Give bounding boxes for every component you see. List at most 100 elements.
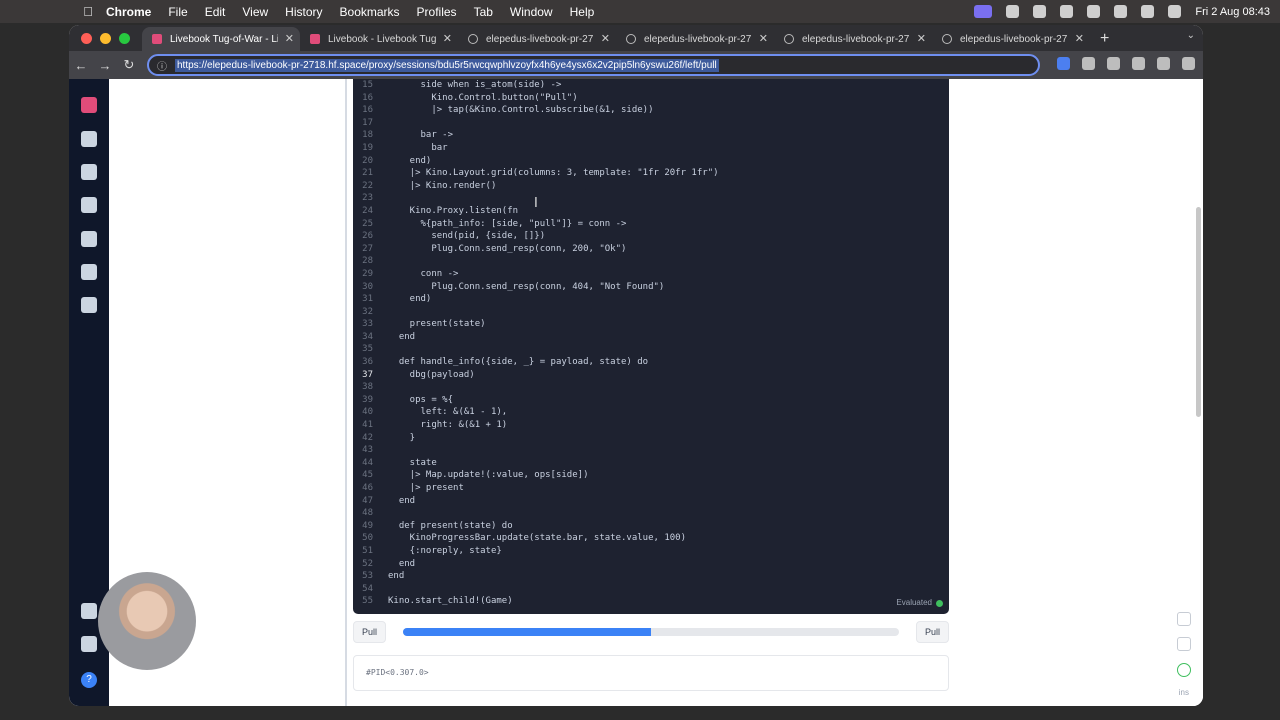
sections-icon[interactable] [81,131,97,147]
code-line[interactable]: 15 side when is_atom(side) -> [353,79,719,92]
code-line[interactable]: 16 |> tap(&Kino.Control.subscribe(&1, si… [353,104,719,117]
url-text[interactable]: https://elepedus-livebook-pr-2718.hf.spa… [175,58,719,72]
close-icon[interactable]: ✕ [285,32,294,45]
code-line[interactable]: 41 right: &(&1 + 1) [353,419,719,432]
menu-edit[interactable]: Edit [205,5,226,19]
apple-icon[interactable]:  [80,4,96,19]
close-window-button[interactable] [81,32,92,44]
menu-tab[interactable]: Tab [474,5,493,19]
code-line[interactable]: 18 bar -> [353,129,719,142]
menu-history[interactable]: History [285,5,322,19]
reload-icon[interactable]: ↻ [117,57,141,73]
code-line[interactable]: 54 [353,583,719,596]
menu-window[interactable]: Window [510,5,553,19]
code-line[interactable]: 49 def present(state) do [353,520,719,533]
code-line[interactable]: 22 |> Kino.render() [353,180,719,193]
code-line[interactable]: 39 ops = %{ [353,394,719,407]
close-icon[interactable]: ✕ [443,32,452,45]
menu-view[interactable]: View [242,5,268,19]
status-item-icon[interactable] [1060,5,1074,18]
zoom-window-button[interactable] [119,32,130,44]
code-editor[interactable]: 15 side when is_atom(side) -> 16 Kino.Con… [353,79,949,614]
deploy-rocket-icon[interactable] [81,297,97,313]
keyboard-icon[interactable] [81,636,97,652]
cell-options-icon[interactable] [1177,612,1191,626]
users-icon[interactable] [81,164,97,180]
control-center-icon[interactable] [1168,5,1182,18]
menubar-clock[interactable]: Fri 2 Aug 08:43 [1195,6,1270,18]
code-line[interactable]: 35 [353,343,719,356]
code-line[interactable]: 55 Kino.start_child!(Game) [353,595,719,608]
code-line[interactable]: 33 present(state) [353,318,719,331]
more-menu-icon[interactable] [1182,57,1195,70]
sync-icon[interactable] [1177,663,1191,677]
menu-app-name[interactable]: Chrome [106,5,151,19]
code-line[interactable]: 36 def handle_info({side, _} = payload, … [353,356,719,369]
tab-elepedus-3[interactable]: elepedus-livebook-pr-2718.h ✕ [774,27,932,51]
code-line[interactable]: 52 end [353,558,719,571]
code-line[interactable]: 26 send(pid, {side, []}) [353,230,719,243]
close-icon[interactable]: ✕ [917,32,926,45]
battery-icon[interactable] [1087,5,1101,18]
code-line[interactable]: 27 Plug.Conn.send_resp(conn, 200, "Ok") [353,243,719,256]
secrets-lock-icon[interactable] [81,231,97,247]
status-item-icon[interactable] [1006,5,1020,18]
code-line[interactable]: 20 end) [353,155,719,168]
code-line[interactable]: 31 end) [353,293,719,306]
tab-livebook[interactable]: Livebook - Livebook Tug-of-W ✕ [300,27,458,51]
code-line[interactable]: 19 bar [353,142,719,155]
wifi-icon[interactable] [1114,5,1128,18]
code-line[interactable]: 44 state [353,457,719,470]
code-line[interactable]: 48 [353,507,719,520]
status-item-icon[interactable] [1033,5,1047,18]
screen-record-icon[interactable] [974,5,993,18]
code-line[interactable]: 34 end [353,331,719,344]
back-icon[interactable]: ← [69,58,93,73]
code-line[interactable]: 25 %{path_info: [side, "pull"]} = conn -… [353,218,719,231]
pull-left-button[interactable]: Pull [353,621,387,643]
runtime-icon[interactable] [81,197,97,213]
code-line[interactable]: 50 KinoProgressBar.update(state.bar, sta… [353,532,719,545]
share-icon[interactable] [1082,57,1095,70]
save-icon[interactable] [1177,637,1191,651]
files-folder-icon[interactable] [81,264,97,280]
new-tab-button[interactable]: + [1090,27,1119,51]
code-line[interactable]: 42 } [353,432,719,445]
search-icon[interactable] [1141,5,1155,18]
code-line[interactable]: 37 dbg(payload) [353,369,719,382]
site-info-icon[interactable]: ⓘ [157,58,167,73]
livebook-logo-icon[interactable] [81,97,97,113]
reading-list-icon[interactable] [1107,57,1120,70]
menu-profiles[interactable]: Profiles [417,5,457,19]
code-line[interactable]: 45 |> Map.update!(:value, ops[side]) [353,469,719,482]
pull-right-button[interactable]: Pull [915,621,949,643]
scrollbar[interactable] [1196,207,1201,417]
code-line[interactable]: 51 {:noreply, state} [353,545,719,558]
menu-help[interactable]: Help [570,5,595,19]
code-line[interactable]: 21 |> Kino.Layout.grid(columns: 3, templ… [353,167,718,180]
help-icon[interactable]: ? [81,672,97,688]
tab-elepedus-1[interactable]: elepedus-livebook-pr-2718.h ✕ [458,27,616,51]
minimize-window-button[interactable] [100,32,111,44]
code-line[interactable]: 16 Kino.Control.button("Pull") [353,92,719,105]
address-bar[interactable]: ⓘ https://elepedus-livebook-pr-2718.hf.s… [147,54,1040,76]
code-line[interactable]: 40 left: &(&1 - 1), [353,406,719,419]
close-icon[interactable]: ✕ [759,32,768,45]
profile-icon[interactable] [1157,57,1170,70]
code-line[interactable]: 43 [353,444,719,457]
code-line[interactable]: 29 conn -> [353,268,719,281]
bin-icon[interactable] [81,603,97,619]
code-line[interactable]: 38 [353,381,719,394]
forward-icon[interactable]: → [93,58,117,73]
close-icon[interactable]: ✕ [601,32,610,45]
close-icon[interactable]: ✕ [1075,32,1084,45]
extension-icon[interactable] [1057,57,1070,70]
menu-file[interactable]: File [168,5,187,19]
chevron-down-icon[interactable]: ⌄ [1187,30,1195,41]
tab-elepedus-2[interactable]: elepedus-livebook-pr-2718.h ✕ [616,27,774,51]
tab-livebook-tug-of-war[interactable]: Livebook Tug-of-War - Liveb ✕ [142,27,300,51]
code-line[interactable]: 32 [353,306,719,319]
code-line[interactable]: 30 Plug.Conn.send_resp(conn, 404, "Not F… [353,281,719,294]
code-line[interactable]: 47 end [353,495,719,508]
tab-elepedus-4[interactable]: elepedus-livebook-pr-2718.h ✕ [932,27,1090,51]
